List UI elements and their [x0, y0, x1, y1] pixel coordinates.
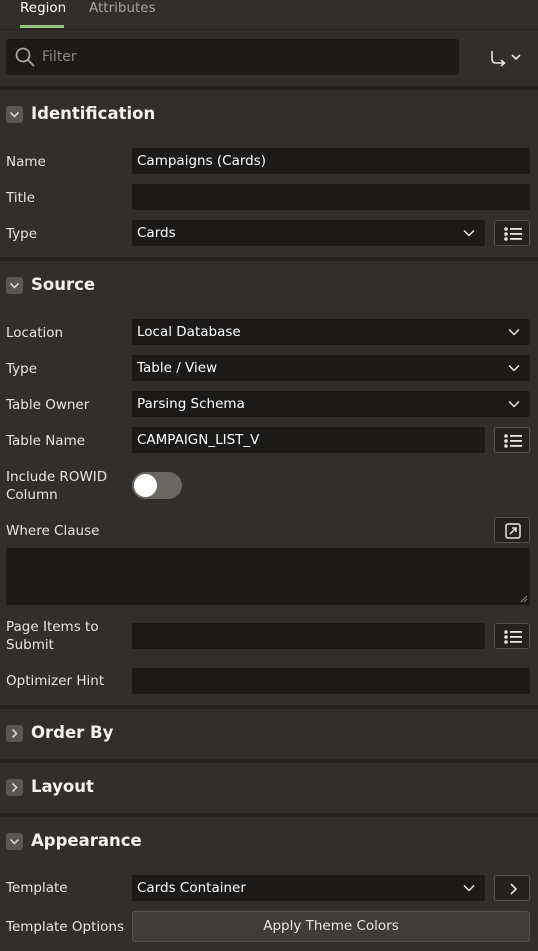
table-owner-label: Table Owner — [6, 397, 90, 413]
optimizer-hint-field[interactable] — [132, 668, 530, 694]
table-name-list-button[interactable] — [494, 427, 530, 453]
template-label: Template — [6, 880, 68, 896]
section-title-order-by: Order By — [31, 723, 114, 742]
title-label: Title — [6, 190, 35, 206]
tab-bar: Region Attributes — [0, 0, 538, 30]
filter-bar — [6, 39, 459, 75]
active-tab-indicator — [20, 25, 64, 28]
resize-grip-icon[interactable] — [520, 595, 528, 603]
toggle-knob — [134, 474, 157, 497]
section-title-source: Source — [31, 275, 96, 294]
chevron-down-icon — [9, 111, 20, 118]
chevron-down-icon — [463, 884, 475, 892]
type-select[interactable]: Cards — [132, 220, 485, 246]
type-label: Type — [6, 226, 38, 242]
section-title-layout: Layout — [31, 777, 94, 796]
name-value: Campaigns (Cards) — [137, 153, 267, 169]
title-field[interactable] — [132, 184, 530, 210]
type-value: Cards — [137, 225, 176, 241]
section-order-by-header[interactable]: Order By — [0, 705, 538, 755]
table-owner-value: Parsing Schema — [137, 396, 245, 412]
where-clause-expand-button[interactable] — [494, 517, 530, 543]
expand-toggle[interactable] — [6, 725, 23, 742]
template-select[interactable]: Cards Container — [132, 875, 485, 901]
list-icon — [504, 227, 522, 241]
name-field[interactable]: Campaigns (Cards) — [132, 148, 530, 174]
tab-attributes[interactable]: Attributes — [89, 0, 156, 30]
page-items-label: Page Items to Submit — [6, 618, 99, 654]
chevron-right-icon — [11, 782, 18, 793]
source-type-value: Table / View — [137, 360, 218, 376]
template-value: Cards Container — [137, 880, 246, 896]
type-list-button[interactable] — [494, 220, 530, 246]
template-goto-button[interactable] — [494, 875, 530, 901]
location-value: Local Database — [137, 324, 241, 340]
tab-region-label: Region — [20, 0, 67, 16]
list-icon — [504, 630, 522, 644]
chevron-right-icon — [11, 728, 18, 739]
where-clause-label: Where Clause — [6, 523, 100, 539]
expand-toggle[interactable] — [6, 779, 23, 796]
chevron-right-icon — [510, 883, 518, 895]
collapse-toggle[interactable] — [6, 277, 23, 294]
page-items-label-line2: Submit — [6, 637, 54, 653]
table-name-value: CAMPAIGN_LIST_V — [137, 432, 260, 448]
section-source-header[interactable]: Source — [0, 257, 538, 307]
location-label: Location — [6, 325, 64, 341]
chevron-down-icon — [9, 282, 20, 289]
optimizer-hint-label: Optimizer Hint — [6, 673, 105, 689]
source-type-select[interactable]: Table / View — [132, 355, 530, 381]
section-identification-header[interactable]: Identification — [0, 86, 538, 136]
list-icon — [504, 434, 522, 448]
chevron-down-icon — [463, 229, 475, 237]
tab-attributes-label: Attributes — [89, 0, 156, 16]
rowid-toggle[interactable] — [132, 472, 182, 499]
section-title-appearance: Appearance — [31, 831, 142, 850]
apply-theme-colors-button[interactable]: Apply Theme Colors — [132, 911, 530, 942]
tab-region[interactable]: Region — [20, 0, 66, 30]
rowid-label-line2: Column — [6, 487, 58, 503]
table-name-field[interactable]: CAMPAIGN_LIST_V — [132, 427, 485, 453]
goto-group-icon[interactable] — [488, 46, 524, 70]
template-options-label: Template Options — [6, 919, 124, 935]
section-title-identification: Identification — [31, 104, 156, 123]
expand-icon — [505, 523, 521, 539]
table-owner-select[interactable]: Parsing Schema — [132, 391, 530, 417]
filter-input[interactable] — [42, 45, 442, 69]
chevron-down-icon — [9, 838, 20, 845]
rowid-label: Include ROWID Column — [6, 468, 107, 504]
collapse-toggle[interactable] — [6, 106, 23, 123]
where-clause-textarea[interactable] — [6, 548, 530, 605]
section-layout-header[interactable]: Layout — [0, 759, 538, 809]
page-items-field[interactable] — [132, 623, 485, 649]
page-items-label-line1: Page Items to — [6, 619, 99, 635]
chevron-down-icon — [508, 400, 520, 408]
collapse-toggle[interactable] — [6, 833, 23, 850]
table-name-label: Table Name — [6, 433, 86, 449]
rowid-label-line1: Include ROWID — [6, 469, 108, 485]
search-icon — [15, 47, 35, 67]
section-appearance-header[interactable]: Appearance — [0, 813, 538, 863]
location-select[interactable]: Local Database — [132, 319, 530, 345]
page-items-list-button[interactable] — [494, 623, 530, 649]
chevron-down-icon — [508, 328, 520, 336]
name-label: Name — [6, 154, 46, 170]
chevron-down-icon — [508, 364, 520, 372]
source-type-label: Type — [6, 361, 38, 377]
